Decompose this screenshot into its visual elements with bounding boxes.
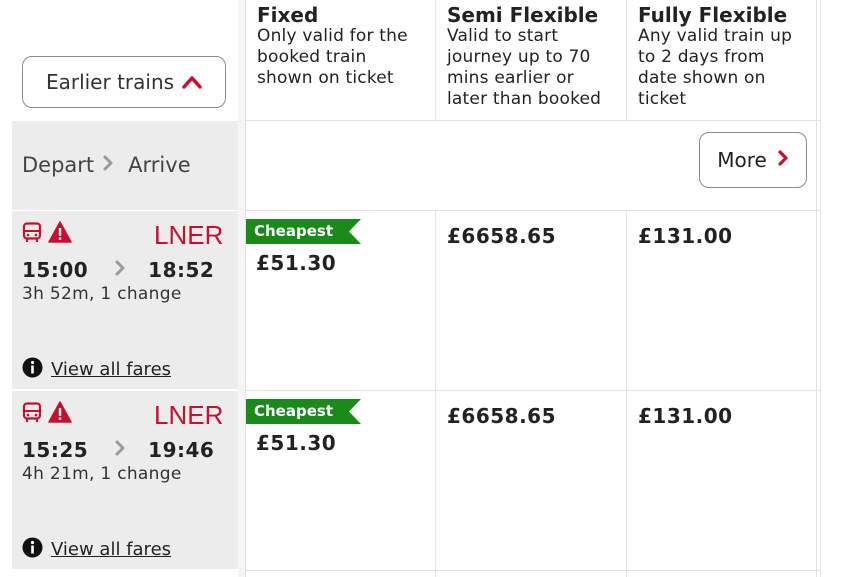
view-all-fares-link[interactable]: View all fares [22, 357, 171, 382]
fare-column-desc: Valid to start [447, 26, 559, 46]
operator-logo: LNER [154, 400, 224, 430]
fare-column-desc: Any valid train up [638, 26, 793, 46]
fare-column-desc: booked train [257, 47, 367, 67]
operator-logo: LNER [154, 220, 224, 250]
depart-time: 15:25 [22, 438, 89, 462]
fare-column-fully-flexible-header: Fully Flexible Any valid train up to 2 d… [627, 0, 816, 120]
chevron-up-icon [182, 70, 202, 94]
arrive-time: 18:52 [148, 258, 215, 282]
view-all-fares-link[interactable]: View all fares [22, 537, 171, 562]
earlier-trains-button[interactable]: Earlier trains [22, 56, 226, 108]
warning-icon [48, 401, 72, 427]
chevron-right-icon [114, 439, 126, 461]
grid-line [435, 210, 436, 577]
depart-label: Depart [22, 153, 95, 177]
grid-line [245, 120, 820, 121]
chevron-right-icon [114, 259, 126, 281]
view-all-fares-label[interactable]: View all fares [51, 539, 171, 560]
fare-price-semi-flexible[interactable]: £6658.65 [447, 224, 556, 248]
fare-price-semi-flexible[interactable]: £6658.65 [447, 404, 556, 428]
fare-column-semi-flexible-header: Semi Flexible Valid to start journey up … [436, 0, 626, 120]
grid-line [245, 390, 820, 391]
cheapest-badge: Cheapest [246, 219, 361, 244]
column-gutter [238, 0, 245, 577]
earlier-trains-label: Earlier trains [45, 70, 175, 94]
fare-column-desc: to 2 days from [638, 47, 765, 67]
view-all-fares-label[interactable]: View all fares [51, 359, 171, 380]
chevron-right-icon [102, 153, 114, 177]
fare-column-title: Fixed [257, 3, 319, 27]
info-icon [22, 357, 43, 382]
journey-duration: 3h 52m, 1 change [22, 284, 182, 304]
fare-column-title: Semi Flexible [447, 3, 599, 27]
fare-column-desc: later than booked [447, 89, 602, 109]
fare-price-fully-flexible[interactable]: £131.00 [638, 224, 733, 248]
fare-column-desc: date shown on [638, 68, 766, 88]
fare-price-fixed[interactable]: £51.30 [256, 251, 336, 275]
grid-line [245, 210, 820, 211]
warning-icon [48, 221, 72, 247]
grid-line [626, 210, 627, 577]
info-icon [22, 537, 43, 562]
grid-line [820, 0, 821, 577]
fare-column-desc: Only valid for the [257, 26, 408, 46]
fare-column-fixed-header: Fixed Only valid for the booked train sh… [246, 0, 435, 120]
fare-column-title: Fully Flexible [638, 3, 788, 27]
cheapest-badge: Cheapest [246, 399, 361, 424]
journey-times: 15:00 18:52 [22, 258, 214, 282]
journey-duration: 4h 21m, 1 change [22, 464, 182, 484]
grid-line [816, 0, 817, 577]
arrive-time: 19:46 [148, 438, 215, 462]
journey-times: 15:25 19:46 [22, 438, 214, 462]
fare-price-fixed[interactable]: £51.30 [256, 431, 336, 455]
fare-column-desc: shown on ticket [257, 68, 394, 88]
grid-line [245, 570, 820, 571]
bus-icon [22, 222, 42, 248]
fare-column-desc: journey up to 70 [447, 47, 591, 67]
depart-arrive-labels: Depart Arrive [22, 150, 191, 180]
more-label: More [717, 148, 767, 172]
fare-price-fully-flexible[interactable]: £131.00 [638, 404, 733, 428]
fare-column-desc: ticket [638, 89, 687, 109]
bus-icon [22, 402, 42, 428]
chevron-right-icon [777, 148, 789, 172]
arrive-label: Arrive [128, 153, 191, 177]
depart-time: 15:00 [22, 258, 89, 282]
more-fares-button[interactable]: More [699, 132, 807, 188]
fare-column-desc: mins earlier or [447, 68, 574, 88]
